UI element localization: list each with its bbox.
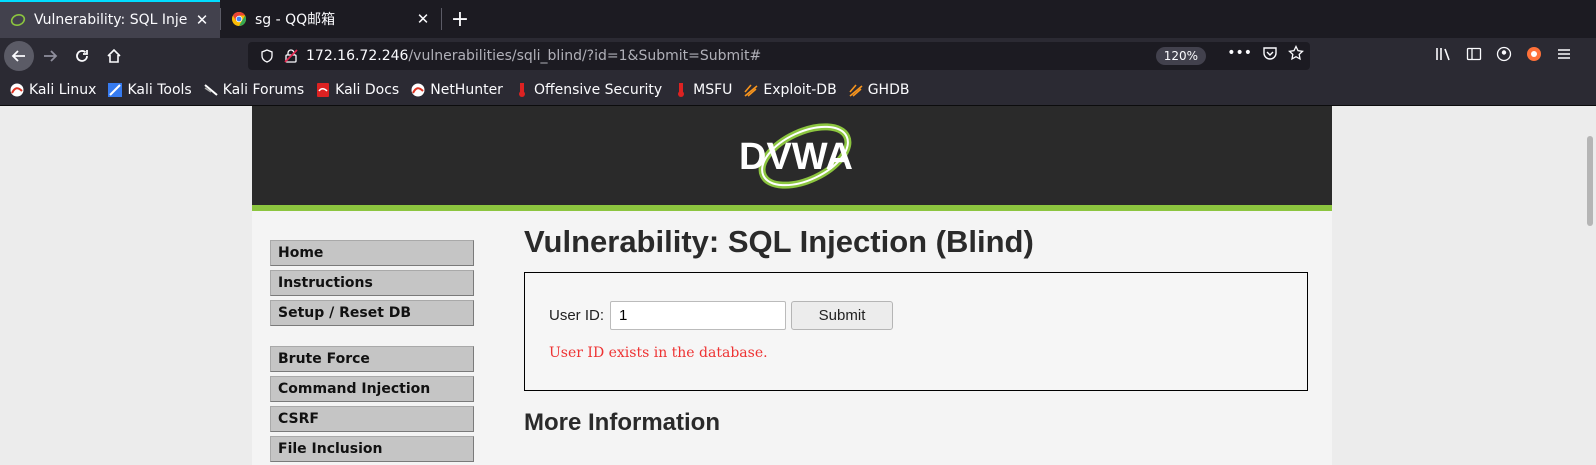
page-title: Vulnerability: SQL Injection (Blind) bbox=[524, 224, 1034, 259]
offsec-icon bbox=[518, 82, 525, 97]
arrow-right-icon bbox=[44, 50, 58, 62]
user-id-form: User ID: Submit bbox=[549, 301, 894, 330]
nethunter-icon bbox=[411, 83, 425, 96]
bookmark-label: MSFU bbox=[693, 81, 733, 98]
main-content: Vulnerability: SQL Injection (Blind) Use… bbox=[524, 224, 1308, 436]
zoom-indicator[interactable]: 120% bbox=[1155, 47, 1206, 65]
bookmark-label: Kali Tools bbox=[127, 81, 192, 98]
reload-button[interactable] bbox=[66, 40, 98, 72]
bookmark-ghdb[interactable]: GHDB bbox=[849, 81, 910, 98]
menu-item-brute-force[interactable]: Brute Force bbox=[270, 346, 474, 372]
user-id-label: User ID: bbox=[549, 307, 605, 324]
bookmark-label: Offensive Security bbox=[533, 81, 663, 98]
menu-item-instructions[interactable]: Instructions bbox=[270, 270, 474, 296]
menu-item-home[interactable]: Home bbox=[270, 240, 474, 266]
bookmark-label: Kali Linux bbox=[29, 81, 97, 98]
bookmark-offensive-security[interactable]: Offensive Security bbox=[515, 82, 662, 98]
url-actions: ••• bbox=[1227, 44, 1304, 65]
menu-item-setup-reset-db[interactable]: Setup / Reset DB bbox=[270, 300, 474, 326]
tab-title: Vulnerability: SQL Injecti bbox=[34, 12, 188, 28]
msfu-icon bbox=[678, 82, 685, 97]
new-tab-button[interactable]: + bbox=[442, 0, 478, 38]
kali-icon bbox=[10, 83, 24, 96]
arrow-left-icon bbox=[11, 50, 25, 62]
bookmark-star-icon[interactable] bbox=[1288, 44, 1304, 65]
dvwa-menu: Home Instructions Setup / Reset DB Brute… bbox=[270, 240, 474, 465]
menu-icon[interactable] bbox=[1554, 46, 1574, 66]
dvwa-header: DVWA bbox=[252, 106, 1332, 211]
bookmark-kali-forums[interactable]: Kali Forums bbox=[204, 82, 304, 98]
home-button[interactable] bbox=[98, 40, 130, 72]
submit-button[interactable]: Submit bbox=[791, 301, 894, 330]
account-icon[interactable] bbox=[1494, 46, 1514, 66]
home-icon bbox=[107, 48, 121, 63]
scrollbar-thumb[interactable] bbox=[1587, 136, 1593, 226]
close-icon[interactable]: ✕ bbox=[415, 10, 431, 28]
forward-button[interactable] bbox=[34, 40, 66, 72]
shield-icon[interactable] bbox=[258, 47, 276, 65]
close-icon[interactable]: ✕ bbox=[194, 11, 210, 29]
bookmark-kali-docs[interactable]: Kali Docs bbox=[316, 82, 399, 98]
pocket-icon[interactable] bbox=[1262, 45, 1278, 65]
menu-divider bbox=[270, 330, 474, 346]
dvwa-favicon-icon bbox=[10, 14, 26, 26]
kali-forums-icon bbox=[204, 83, 218, 96]
dvwa-logo: DVWA bbox=[739, 123, 853, 189]
ghdb-icon bbox=[849, 83, 863, 97]
bookmark-exploit-db[interactable]: Exploit-DB bbox=[744, 81, 837, 98]
dvwa-container: DVWA Home Instructions Setup / Reset DB … bbox=[252, 106, 1332, 465]
url-host: 172.16.72.246 bbox=[306, 48, 409, 64]
tab-dvwa[interactable]: Vulnerability: SQL Injecti ✕ bbox=[0, 0, 220, 38]
tab-title: sg - QQ邮箱 bbox=[255, 12, 336, 28]
bookmark-msfu[interactable]: MSFU bbox=[674, 82, 732, 98]
chrome-favicon-icon bbox=[232, 12, 246, 26]
back-button[interactable] bbox=[4, 41, 34, 71]
vulnerable-code-area: User ID: Submit User ID exists in the da… bbox=[524, 272, 1308, 391]
extension-icon[interactable] bbox=[1524, 46, 1544, 66]
bookmark-label: GHDB bbox=[867, 81, 910, 98]
bookmark-kali-linux[interactable]: Kali Linux bbox=[10, 82, 96, 98]
menu-item-csrf[interactable]: CSRF bbox=[270, 406, 474, 432]
page-actions-icon[interactable]: ••• bbox=[1227, 45, 1252, 65]
tab-qqmail[interactable]: sg - QQ邮箱 ✕ bbox=[221, 0, 441, 38]
bookmark-nethunter[interactable]: NetHunter bbox=[411, 82, 503, 98]
bookmark-kali-tools[interactable]: Kali Tools bbox=[108, 81, 192, 98]
result-message: User ID exists in the database. bbox=[549, 345, 768, 361]
library-icon[interactable] bbox=[1434, 46, 1454, 66]
bookmark-label: Kali Forums bbox=[222, 81, 305, 98]
page-scrollbar[interactable] bbox=[1584, 106, 1596, 465]
menu-item-file-inclusion[interactable]: File Inclusion bbox=[270, 436, 474, 462]
bookmark-label: Kali Docs bbox=[335, 81, 400, 98]
page-viewport: DVWA Home Instructions Setup / Reset DB … bbox=[0, 106, 1596, 465]
svg-text:DVWA: DVWA bbox=[739, 136, 853, 178]
more-information-heading: More Information bbox=[524, 409, 720, 436]
navigation-bar: 172.16.72.246/vulnerabilities/sqli_blind… bbox=[0, 38, 1596, 74]
bookmark-label: Exploit-DB bbox=[763, 81, 837, 98]
insecure-lock-icon[interactable] bbox=[282, 47, 300, 65]
toolbar-right bbox=[1310, 38, 1596, 74]
tab-strip: Vulnerability: SQL Injecti ✕ sg - QQ邮箱 ✕… bbox=[0, 0, 1596, 38]
kali-docs-icon bbox=[317, 82, 330, 97]
url-path: /vulnerabilities/sqli_blind/?id=1&Submit… bbox=[408, 48, 762, 64]
bookmark-label: NetHunter bbox=[430, 81, 503, 98]
bookmarks-toolbar: Kali Linux Kali Tools Kali Forums Kali D… bbox=[0, 74, 1596, 106]
kali-tools-icon bbox=[108, 82, 123, 97]
reload-icon bbox=[76, 50, 88, 62]
exploitdb-icon bbox=[744, 83, 758, 97]
menu-item-command-injection[interactable]: Command Injection bbox=[270, 376, 474, 402]
user-id-input[interactable] bbox=[610, 301, 787, 330]
sidebar-icon[interactable] bbox=[1464, 46, 1484, 66]
url-bar[interactable]: 172.16.72.246/vulnerabilities/sqli_blind… bbox=[248, 42, 1310, 70]
